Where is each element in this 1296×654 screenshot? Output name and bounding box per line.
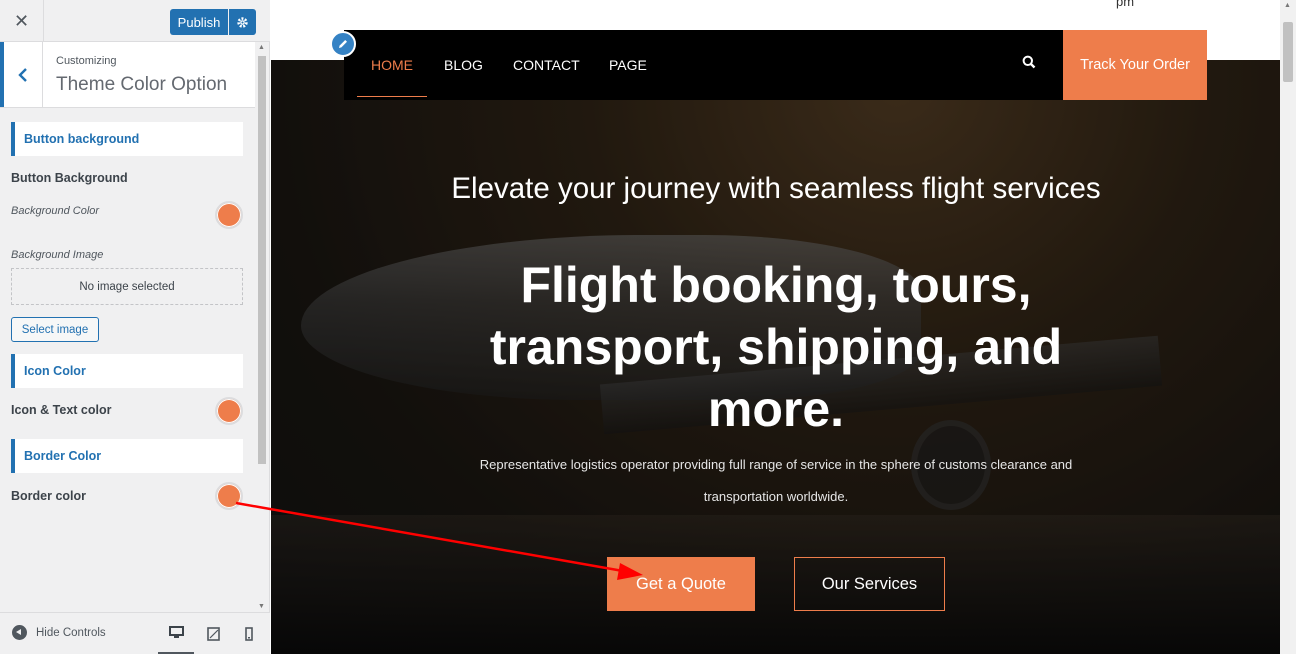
panel-scrollbar[interactable]: ▲ ▼	[256, 42, 268, 612]
site-preview: pm HOME BLOG CONTACT PAGE Track Your Ord…	[271, 0, 1280, 654]
section-title: Theme Color Option	[56, 74, 228, 95]
nav-blog[interactable]: BLOG	[444, 30, 483, 100]
search-icon	[1022, 55, 1036, 69]
section-header: Customizing Theme Color Option	[0, 42, 255, 108]
hide-controls-button[interactable]: Hide Controls	[12, 625, 106, 640]
preview-scrollbar-thumb[interactable]	[1283, 22, 1293, 82]
button-background-label: Button Background	[11, 171, 128, 185]
preview-scrollbar[interactable]: ▲	[1280, 0, 1296, 654]
hero-subtitle: Elevate your journey with seamless fligh…	[451, 172, 1101, 205]
icon-text-color-swatch[interactable]	[215, 397, 243, 425]
scroll-down-arrow[interactable]: ▼	[258, 603, 265, 610]
hero-description: Representative logistics operator provid…	[479, 457, 1073, 504]
edit-shortcut-button[interactable]	[330, 31, 356, 57]
nav-contact[interactable]: CONTACT	[513, 30, 580, 100]
border-color-group-title: Border Color	[11, 439, 243, 473]
tablet-icon	[206, 627, 220, 641]
nav-home[interactable]: HOME	[371, 30, 413, 100]
hero-title: Flight booking, tours, transport, shippi…	[489, 257, 1063, 437]
track-order-button[interactable]: Track Your Order	[1063, 30, 1207, 100]
background-color-swatch[interactable]	[215, 201, 243, 229]
hide-controls-label: Hide Controls	[36, 626, 106, 639]
scroll-up-arrow[interactable]: ▲	[258, 44, 265, 51]
border-color-label: Border color	[11, 489, 87, 503]
chevron-left-icon	[18, 67, 27, 82]
desktop-preview-button[interactable]	[158, 613, 194, 654]
back-button[interactable]	[0, 42, 43, 107]
tablet-preview-button[interactable]	[195, 613, 231, 654]
panel-footer: Hide Controls	[0, 612, 270, 654]
search-button[interactable]	[1022, 55, 1038, 71]
background-color-label: Background Color	[11, 205, 100, 217]
gear-icon	[237, 16, 248, 28]
customizing-label: Customizing	[56, 55, 117, 67]
publish-button[interactable]: Publish	[170, 9, 228, 35]
nav-page[interactable]: PAGE	[609, 30, 647, 100]
customizer-screen: ✕ Publish Customizing Theme Color Option…	[0, 0, 1296, 654]
close-customizer-button[interactable]: ✕	[0, 0, 44, 42]
preview-scroll-up-arrow[interactable]: ▲	[1284, 2, 1291, 9]
customizer-panel: ✕ Publish Customizing Theme Color Option…	[0, 0, 270, 654]
main-navbar: HOME BLOG CONTACT PAGE Track Your Order	[344, 30, 1207, 100]
select-image-button[interactable]: Select image	[11, 317, 99, 342]
icon-text-color-label: Icon & Text color	[11, 403, 112, 417]
background-image-label: Background Image	[11, 249, 104, 261]
no-image-placeholder: No image selected	[11, 268, 243, 305]
get-quote-button[interactable]: Get a Quote	[607, 557, 755, 611]
scrollbar-thumb[interactable]	[258, 56, 266, 464]
publish-settings-button[interactable]	[229, 9, 256, 35]
our-services-button[interactable]: Our Services	[794, 557, 945, 611]
mobile-preview-button[interactable]	[231, 613, 267, 654]
border-color-swatch[interactable]	[215, 482, 243, 510]
pencil-icon	[339, 40, 347, 48]
header-info-text: pm	[1116, 0, 1135, 9]
panel-header: ✕ Publish	[0, 0, 270, 42]
mobile-icon	[245, 627, 253, 641]
active-nav-underline	[357, 96, 427, 97]
desktop-icon	[168, 626, 184, 638]
collapse-icon	[12, 625, 27, 640]
icon-color-group-title: Icon Color	[11, 354, 243, 388]
button-background-group-title: Button background	[11, 122, 243, 156]
